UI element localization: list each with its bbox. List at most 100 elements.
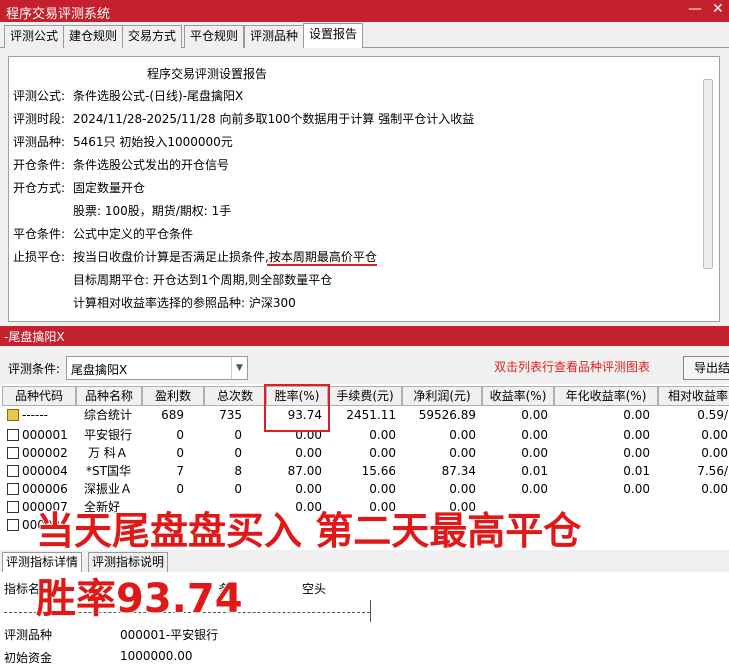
cell-name[interactable]: 深振业Ａ	[84, 480, 132, 498]
cell-ret[interactable]: 0.00	[482, 444, 548, 462]
report-text-area: 程序交易评测设置报告 评测公式: 条件选股公式-(日线)-尾盘擒阳X 评测时段:…	[8, 56, 720, 322]
cell-code[interactable]: 000006	[22, 480, 68, 498]
cell-name[interactable]: *ST国华	[86, 462, 131, 480]
tab-settings-report[interactable]: 设置报告	[303, 23, 364, 49]
col-header[interactable]: 净利润(元)	[402, 386, 482, 406]
col-header[interactable]: 收益率(%)	[482, 386, 554, 406]
close-icon[interactable]: ✕	[712, 1, 724, 17]
report-value: 固定数量开仓	[73, 181, 146, 195]
cell-win[interactable]: 0.00	[266, 480, 322, 498]
highlight-underline	[267, 264, 377, 266]
row-checkbox[interactable]	[7, 483, 19, 495]
result-title: -尾盘擒阳X	[4, 330, 65, 344]
cell-name[interactable]: 平安银行	[84, 426, 132, 444]
cell-profit[interactable]: 0	[142, 426, 184, 444]
row-checkbox[interactable]	[7, 501, 19, 513]
col-header[interactable]: 盈利数	[142, 386, 204, 406]
cell-profit[interactable]: 0	[142, 444, 184, 462]
cell-fee[interactable]: 0.00	[328, 426, 396, 444]
cell-profit[interactable]: 689	[142, 406, 184, 424]
title-bar: 程序交易评测系统 — ✕	[0, 0, 729, 22]
cell-rel[interactable]: 0.00	[658, 426, 728, 444]
tab-close-rules[interactable]: 平仓规则	[184, 25, 245, 48]
report-value: 条件选股公式发出的开仓信号	[73, 158, 230, 172]
cell-net[interactable]: 0.00	[402, 426, 476, 444]
cell-code[interactable]: 000004	[22, 462, 68, 480]
tab-open-rules[interactable]: 建仓规则	[63, 25, 124, 48]
cell-name[interactable]: 万 科Ａ	[88, 444, 128, 462]
metrics-col-short: 空头	[302, 582, 327, 596]
cell-code[interactable]: 000002	[22, 444, 68, 462]
overlay-caption: 当天尾盘盘买入 第二天最高平仓	[35, 508, 582, 554]
cell-fee[interactable]: 0.00	[328, 444, 396, 462]
cell-ret[interactable]: 0.00	[482, 480, 548, 498]
col-header[interactable]: 相对收益率	[658, 386, 729, 406]
overlay-win-rate: 胜率93.74	[35, 575, 244, 623]
folder-icon	[7, 409, 19, 421]
cell-total[interactable]: 0	[204, 480, 242, 498]
cell-annual[interactable]: 0.00	[554, 406, 650, 424]
cell-annual[interactable]: 0.00	[554, 444, 650, 462]
cell-annual[interactable]: 0.00	[554, 480, 650, 498]
cell-profit[interactable]: 0	[142, 480, 184, 498]
col-header[interactable]: 品种名称	[76, 386, 142, 406]
report-key: 平仓条件:	[13, 227, 66, 241]
export-button[interactable]: 导出结	[683, 356, 729, 380]
condition-select[interactable]: 尾盘擒阳X ▼	[66, 356, 248, 380]
condition-label: 评测条件:	[8, 362, 61, 376]
row-checkbox[interactable]	[7, 465, 19, 477]
cell-code[interactable]: ------	[22, 406, 48, 424]
tab-formula[interactable]: 评测公式	[4, 25, 65, 48]
cell-rel[interactable]: 7.56/	[658, 462, 728, 480]
report-key: 开仓方式:	[13, 181, 66, 195]
report-key: 评测公式:	[13, 89, 66, 103]
cell-rel[interactable]: 0.00	[658, 444, 728, 462]
minimize-icon[interactable]: —	[688, 1, 702, 17]
report-value: 目标周期平仓: 开仓达到1个周期,则全部数量平仓	[73, 273, 333, 287]
cell-net[interactable]: 87.34	[402, 462, 476, 480]
report-scrollbar[interactable]	[703, 79, 713, 269]
chevron-down-icon[interactable]: ▼	[231, 357, 247, 379]
result-toolbar: 评测条件: 尾盘擒阳X ▼ 双击列表行查看品种评测图表 导出结	[0, 346, 729, 384]
row-checkbox[interactable]	[7, 519, 19, 531]
cell-ret[interactable]: 0.00	[482, 426, 548, 444]
cell-fee[interactable]: 0.00	[328, 480, 396, 498]
cell-total[interactable]: 0	[204, 426, 242, 444]
row-checkbox[interactable]	[7, 429, 19, 441]
cell-win[interactable]: 87.00	[266, 462, 322, 480]
cell-fee[interactable]: 2451.11	[328, 406, 396, 424]
cell-fee[interactable]: 15.66	[328, 462, 396, 480]
cell-total[interactable]: 0	[204, 444, 242, 462]
cell-ret[interactable]: 0.00	[482, 406, 548, 424]
report-key: 评测时段:	[13, 112, 66, 126]
cell-net[interactable]: 0.00	[402, 444, 476, 462]
cell-name[interactable]: 综合统计	[84, 406, 132, 424]
cell-net[interactable]: 59526.89	[402, 406, 476, 424]
cell-annual[interactable]: 0.00	[554, 426, 650, 444]
window-title: 程序交易评测系统	[6, 7, 111, 22]
report-value: 2024/11/28-2025/11/28 向前多取100个数据用于计算 强制平…	[73, 112, 475, 126]
col-header[interactable]: 总次数	[204, 386, 266, 406]
col-header[interactable]: 年化收益率(%)	[554, 386, 658, 406]
tab-instruments[interactable]: 评测品种	[244, 25, 305, 48]
tab-trade-mode[interactable]: 交易方式	[122, 25, 183, 48]
cell-ret[interactable]: 0.01	[482, 462, 548, 480]
report-key: 止损平仓:	[13, 250, 66, 264]
cell-rel[interactable]: 0.00	[658, 480, 728, 498]
report-value: 计算相对收益率选择的参照品种: 沪深300	[73, 296, 296, 310]
cell-rel[interactable]: 0.59/	[658, 406, 728, 424]
col-header[interactable]: 品种代码	[2, 386, 76, 406]
condition-value: 尾盘擒阳X	[71, 363, 128, 377]
cell-win[interactable]: 0.00	[266, 444, 322, 462]
cell-code[interactable]: 000001	[22, 426, 68, 444]
cell-net[interactable]: 0.00	[402, 480, 476, 498]
row-checkbox[interactable]	[7, 447, 19, 459]
report-value: 股票: 100股，期货/期权: 1手	[73, 204, 232, 218]
hint-text: 双击列表行查看品种评测图表	[494, 360, 651, 374]
cell-annual[interactable]: 0.01	[554, 462, 650, 480]
report-value: 按当日收盘价计算是否满足止损条件,按本周期最高价平仓	[73, 250, 377, 264]
col-header[interactable]: 手续费(元)	[328, 386, 402, 406]
cell-profit[interactable]: 7	[142, 462, 184, 480]
cell-total[interactable]: 735	[204, 406, 242, 424]
cell-total[interactable]: 8	[204, 462, 242, 480]
